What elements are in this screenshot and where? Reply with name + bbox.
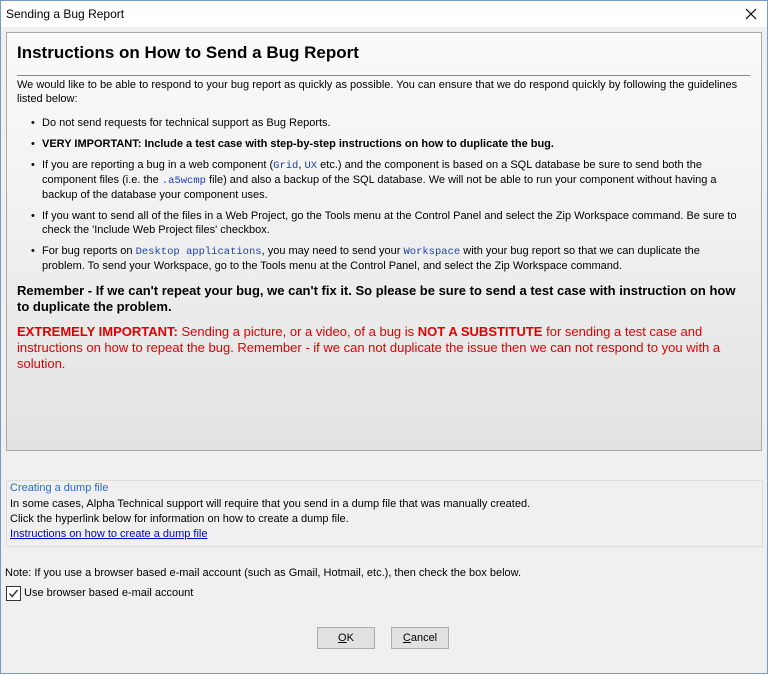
list-item: • VERY IMPORTANT: Include a test case wit… [31,138,554,150]
bullet-icon: • [31,117,35,129]
cancel-button[interactable]: Cancel [391,627,449,649]
heading-divider [17,75,750,76]
list-item: • For bug reports on Desktop applications… [31,245,700,272]
close-button[interactable] [735,1,767,27]
workspace-code: Workspace [403,246,461,258]
title-bar: Sending a Bug Report [1,1,767,27]
ext-code: .a5wcmp [161,175,206,187]
browser-email-checkbox[interactable] [6,586,21,601]
close-icon [745,8,757,20]
instructions-panel[interactable]: Instructions on How to Send a Bug Report… [6,32,762,451]
browser-email-checkbox-label: Use browser based e-mail account [24,587,194,599]
window-title: Sending a Bug Report [6,7,125,21]
dump-file-text: Click the hyperlink below for informatio… [10,513,349,525]
dump-file-text: In some cases, Alpha Technical support w… [10,498,531,510]
dump-file-title: Creating a dump file [10,482,109,494]
check-icon [8,589,19,598]
grid-code: Grid [273,160,299,172]
list-item: • If you are reporting a bug in a web com… [31,159,717,201]
bullet-icon: • [31,210,35,222]
bullet-icon: • [31,159,35,171]
intro-text: We would like to be able to respond to y… [17,79,738,105]
important-text: EXTREMELY IMPORTANT: Sending a picture, … [17,324,721,371]
remember-text: Remember - If we can't repeat your bug, … [17,283,736,314]
email-note: Note: If you use a browser based e-mail … [5,567,522,579]
list-item: • Do not send requests for technical supp… [31,117,331,129]
ux-code: UX [304,160,318,172]
ok-button[interactable]: OK [317,627,375,649]
bullet-icon: • [31,138,35,150]
guidelines-list: • Do not send requests for technical supp… [20,116,742,280]
dump-file-section: Creating a dump file In some cases, Alph… [6,480,763,547]
dump-file-link[interactable]: Instructions on how to create a dump fil… [10,528,208,540]
dialog-window: Sending a Bug Report Instructions on How… [0,0,768,674]
list-item: • If you want to send all of the files in… [31,210,737,236]
instructions-heading: Instructions on How to Send a Bug Report [17,43,359,62]
desktop-code: Desktop applications [135,246,262,258]
bullet-icon: • [31,245,35,257]
